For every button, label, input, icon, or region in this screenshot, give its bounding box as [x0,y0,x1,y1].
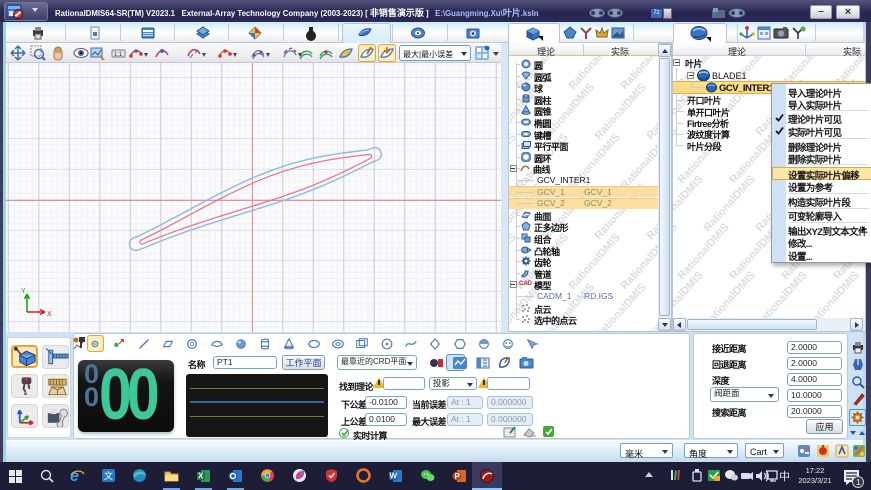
svg-text:W: W [390,472,398,481]
svg-text:1:1: 1:1 [114,52,123,58]
svg-text:文: 文 [104,470,113,481]
svg-text:P: P [455,472,461,481]
svg-text:X: X [47,311,52,318]
svg-text:X: X [198,472,204,481]
svg-text:e: e [70,468,79,483]
svg-text:Y: Y [21,288,26,295]
svg-text:1: 1 [856,478,861,487]
